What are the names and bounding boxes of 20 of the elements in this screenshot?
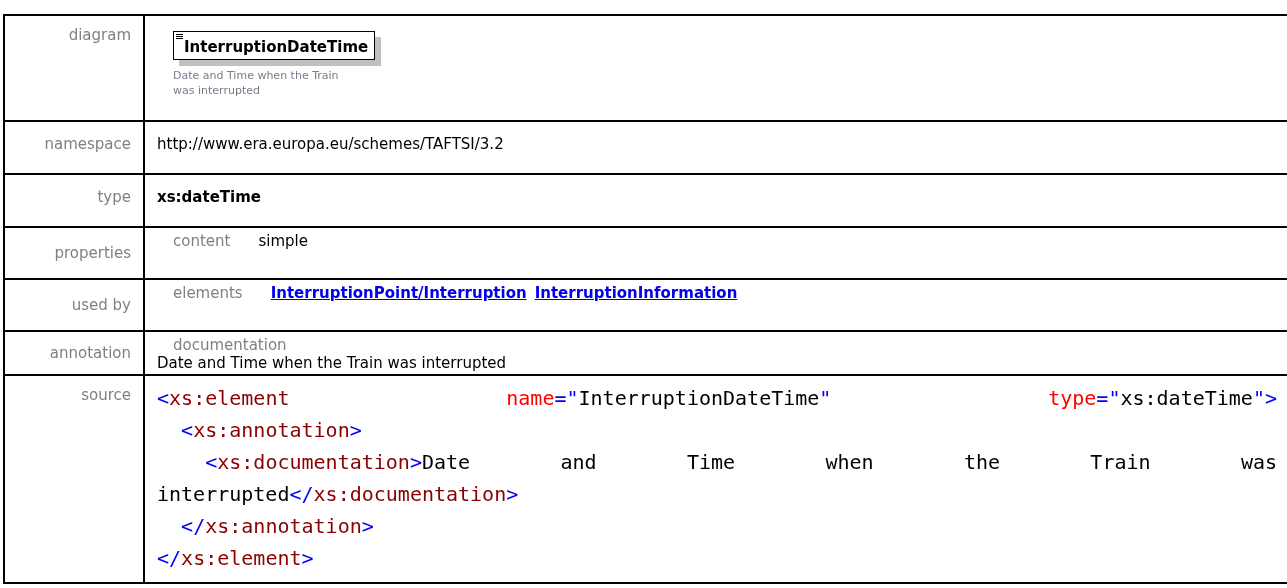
- row-label: source: [81, 386, 131, 404]
- row-label: type: [97, 188, 131, 206]
- element-link[interactable]: InterruptionInformation: [534, 284, 738, 302]
- row-label: diagram: [68, 26, 131, 44]
- property-value: simple: [258, 232, 308, 250]
- row-label: used by: [71, 296, 131, 314]
- element-node: InterruptionDateTime: [173, 31, 376, 60]
- namespace-value: http://www.era.europa.eu/schemes/TAFTSI/3.2: [157, 135, 504, 153]
- documentation-text: Date and Time when the Train was interrupted: [157, 354, 508, 372]
- row-label: annotation: [49, 344, 131, 362]
- used-by-key: elements: [173, 284, 243, 302]
- element-link[interactable]: InterruptionPoint/Interruption: [270, 284, 527, 302]
- annotation-key: documentation: [157, 336, 1279, 354]
- source-code: <xs:element name="InterruptionDateTime" type="xs:dateTime"> <xs:annotation> <xs:documentation>Date and Time when the Train was interrupted</xs:documentation> </xs:annotation> </xs:element>: [157, 385, 1277, 572]
- row-label: properties: [54, 244, 131, 262]
- property-key: content: [173, 232, 231, 250]
- lines-icon: [176, 34, 183, 40]
- node-description: Date and Time when the Train was interrupted: [173, 68, 340, 98]
- row-label: namespace: [44, 135, 131, 153]
- type-value: xs:dateTime: [157, 188, 261, 206]
